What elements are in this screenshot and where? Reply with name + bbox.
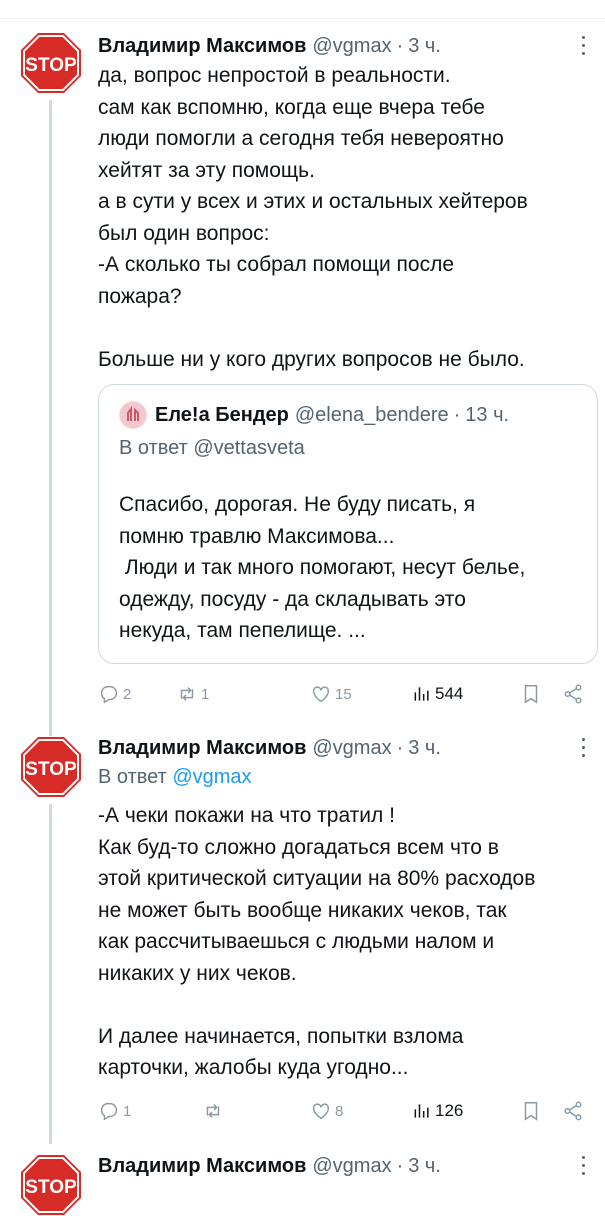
author-handle[interactable]: @vgmax [312, 1152, 391, 1180]
share-button[interactable] [562, 683, 584, 705]
like-button[interactable]: 8 [310, 1100, 343, 1122]
avatar-label: STOP [25, 1177, 77, 1198]
reply-count: 1 [123, 1102, 132, 1120]
quote-author-name: Еле!а Бендер [155, 403, 289, 426]
reply-handle-link[interactable]: @vgmax [172, 766, 251, 788]
author-name[interactable]: Владимир Максимов [98, 1152, 306, 1180]
tweet-text: -А чеки покажи на что тратил ! Как буд-т… [98, 804, 536, 1079]
tweet[interactable]: STOP Владимир Максимов @vgmax · 3 ч. да,… [0, 18, 605, 736]
share-icon [564, 1101, 582, 1121]
avatar-stop-sign[interactable]: STOP [20, 1154, 82, 1216]
separator-dot: · [396, 35, 404, 57]
thread-line [49, 804, 52, 1144]
timestamp[interactable]: 3 ч. [408, 32, 441, 60]
bookmark-button[interactable] [520, 683, 542, 705]
retweet-count: 1 [201, 685, 210, 703]
quote-author-handle: @elena_bendere [294, 403, 449, 426]
share-icon [564, 684, 582, 704]
reply-button[interactable]: 2 [98, 683, 131, 705]
views-icon [414, 1104, 429, 1118]
more-options-icon[interactable] [581, 1156, 587, 1176]
quote-header: Еле!а Бендер @elena_bendere · 13 ч. [119, 401, 509, 429]
avatar-label: STOP [25, 55, 77, 76]
more-options-icon[interactable] [581, 738, 587, 758]
author-handle[interactable]: @vgmax [312, 734, 391, 762]
view-count: 126 [435, 1101, 464, 1120]
quote-text: Спасибо, дорогая. Не буду писать, я помн… [119, 493, 526, 642]
share-button[interactable] [562, 1100, 584, 1122]
avatar-icon [120, 402, 146, 428]
tweet[interactable]: STOP Владимир Максимов @vgmax · 3 ч. [0, 1140, 605, 1215]
avatar-stop-sign[interactable]: STOP [20, 736, 82, 798]
reply-button[interactable]: 1 [98, 1100, 131, 1122]
top-divider [0, 0, 605, 19]
separator-dot: · [396, 1155, 404, 1177]
reply-prefix: В ответ [98, 766, 167, 788]
action-bar: 1 8 126 [98, 1096, 588, 1126]
reply-handle: @vettasveta [193, 437, 305, 459]
tweet-header: Владимир Максимов @vgmax · 3 ч. [98, 32, 587, 60]
tweet[interactable]: STOP Владимир Максимов @vgmax · 3 ч. В о… [0, 722, 605, 1144]
timestamp[interactable]: 3 ч. [408, 734, 441, 762]
avatar-stop-sign[interactable]: STOP [20, 32, 82, 94]
action-bar: 2 1 15 544 [98, 679, 588, 709]
views-icon [414, 687, 429, 701]
avatar-label: STOP [25, 759, 77, 780]
timestamp[interactable]: 3 ч. [408, 1152, 441, 1180]
author-name[interactable]: Владимир Максимов [98, 32, 306, 60]
reply-icon [100, 1102, 118, 1121]
quote-reply-to: В ответ @vettasveta [119, 437, 305, 460]
views-button[interactable]: 544 [412, 684, 463, 704]
tweet-text: да, вопрос непростой в реальности. сам к… [98, 64, 528, 371]
heart-icon [312, 1103, 330, 1120]
tweet-header: Владимир Максимов @vgmax · 3 ч. [98, 734, 587, 762]
retweet-button[interactable] [202, 1100, 227, 1122]
author-handle[interactable]: @vgmax [312, 32, 391, 60]
bookmark-button[interactable] [520, 1100, 542, 1122]
tweet-header: Владимир Максимов @vgmax · 3 ч. [98, 1152, 587, 1180]
separator-dot: · [453, 403, 461, 426]
reply-count: 2 [123, 685, 132, 703]
reply-prefix: В ответ [119, 437, 188, 459]
heart-icon [312, 686, 330, 703]
thread-line [49, 100, 52, 736]
reply-to: В ответ @vgmax [98, 762, 587, 792]
author-name[interactable]: Владимир Максимов [98, 734, 306, 762]
like-count: 8 [335, 1102, 344, 1120]
like-button[interactable]: 15 [310, 683, 352, 705]
quote-timestamp: 13 ч. [465, 403, 510, 426]
views-button[interactable]: 126 [412, 1101, 463, 1121]
quote-avatar [119, 401, 147, 429]
bookmark-icon [524, 1102, 538, 1121]
separator-dot: · [396, 737, 404, 759]
more-options-icon[interactable] [581, 36, 587, 56]
quoted-tweet[interactable]: Еле!а Бендер @elena_bendere · 13 ч. В от… [98, 384, 598, 664]
retweet-icon [180, 687, 194, 701]
like-count: 15 [335, 685, 352, 703]
reply-icon [100, 685, 118, 704]
retweet-icon [206, 1104, 220, 1118]
retweet-button[interactable]: 1 [176, 683, 209, 705]
view-count: 544 [435, 684, 464, 703]
bookmark-icon [524, 685, 538, 704]
